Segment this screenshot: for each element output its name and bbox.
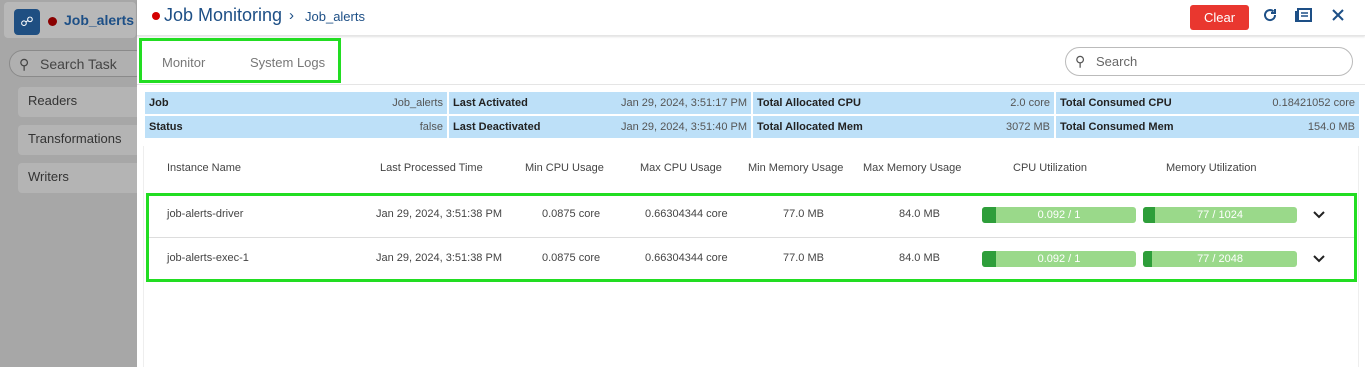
chevron-right-icon: › bbox=[289, 7, 294, 24]
row-1-min-mem: 77.0 MB bbox=[783, 208, 824, 220]
background-job-title: Job_alerts bbox=[64, 12, 135, 28]
header-memory-utilization: Memory Utilization bbox=[1166, 162, 1257, 174]
app-logo-icon: ☍ bbox=[14, 9, 40, 35]
background-app: ☍ Job_alerts ⚲ Search Task Readers Trans… bbox=[0, 0, 149, 367]
summary-total-cons-mem-label: Total Consumed Mem bbox=[1060, 121, 1174, 133]
summary-total-alloc-cpu-value: 2.0 core bbox=[1010, 97, 1050, 109]
row-1-memory-utilization-bar: 77 / 1024 bbox=[1143, 207, 1297, 223]
summary-total-alloc-cpu: Total Allocated CPU 2.0 core bbox=[753, 92, 1054, 114]
search-box: ⚲ bbox=[1065, 47, 1353, 76]
summary-total-alloc-mem-value: 3072 MB bbox=[1005, 121, 1050, 133]
status-dot-icon bbox=[48, 17, 57, 26]
row-2-instance-name: job-alerts-exec-1 bbox=[167, 252, 249, 264]
summary-last-activated-value: Jan 29, 2024, 3:51:17 PM bbox=[621, 97, 747, 109]
row-2-max-mem: 84.0 MB bbox=[899, 252, 940, 264]
search-icon: ⚲ bbox=[19, 56, 30, 72]
row-2-memory-utilization-label: 77 / 2048 bbox=[1197, 253, 1243, 265]
header-max-memory: Max Memory Usage bbox=[863, 162, 962, 174]
summary-job: Job Job_alerts bbox=[145, 92, 447, 114]
search-task-placeholder: Search Task bbox=[40, 56, 117, 72]
summary-last-activated: Last Activated Jan 29, 2024, 3:51:17 PM bbox=[449, 92, 751, 114]
row-1-instance-name: job-alerts-driver bbox=[167, 208, 244, 220]
job-monitoring-modal: Job Monitoring › Job_alerts Clear Monito… bbox=[137, 0, 1365, 367]
row-1-memory-utilization-label: 77 / 1024 bbox=[1197, 209, 1243, 221]
summary-job-label: Job bbox=[149, 97, 169, 109]
side-item-transformations[interactable]: Transformations bbox=[18, 125, 143, 155]
search-input[interactable] bbox=[1096, 52, 1336, 71]
row-2-cpu-utilization-bar: 0.092 / 1 bbox=[982, 251, 1136, 267]
list-icon[interactable] bbox=[1293, 7, 1315, 29]
row-1-cpu-utilization-bar: 0.092 / 1 bbox=[982, 207, 1136, 223]
row-1-max-mem: 84.0 MB bbox=[899, 208, 940, 220]
header-cpu-utilization: CPU Utilization bbox=[1013, 162, 1087, 174]
row-1-expand-chevron-down-icon[interactable] bbox=[1311, 206, 1327, 222]
header-last-processed-time: Last Processed Time bbox=[380, 162, 483, 174]
summary-total-cons-cpu: Total Consumed CPU 0.18421052 core bbox=[1056, 92, 1359, 114]
header-min-cpu: Min CPU Usage bbox=[525, 162, 604, 174]
row-2-min-mem: 77.0 MB bbox=[783, 252, 824, 264]
summary-total-cons-mem: Total Consumed Mem 154.0 MB bbox=[1056, 116, 1359, 138]
row-2-expand-chevron-down-icon[interactable] bbox=[1311, 250, 1327, 266]
summary-total-cons-cpu-label: Total Consumed CPU bbox=[1060, 97, 1172, 109]
summary-last-deactivated: Last Deactivated Jan 29, 2024, 3:51:40 P… bbox=[449, 116, 751, 138]
summary-last-deactivated-label: Last Deactivated bbox=[453, 121, 541, 133]
row-2-min-cpu: 0.0875 core bbox=[542, 252, 601, 264]
job-status-dot-icon bbox=[152, 12, 160, 20]
side-item-readers[interactable]: Readers bbox=[18, 87, 143, 117]
summary-total-alloc-mem: Total Allocated Mem 3072 MB bbox=[753, 116, 1054, 138]
row-2-last-processed: Jan 29, 2024, 3:51:38 PM bbox=[376, 252, 502, 264]
summary-status-label: Status bbox=[149, 121, 183, 133]
header-min-memory: Min Memory Usage bbox=[748, 162, 844, 174]
row-1-max-cpu: 0.66304344 core bbox=[645, 208, 728, 220]
search-task-input[interactable]: ⚲ Search Task bbox=[9, 50, 149, 77]
clear-button[interactable]: Clear bbox=[1190, 5, 1249, 30]
row-1-min-cpu: 0.0875 core bbox=[542, 208, 601, 220]
row-2-memory-utilization-bar: 77 / 2048 bbox=[1143, 251, 1297, 267]
job-summary: Job Job_alerts Last Activated Jan 29, 20… bbox=[145, 92, 1359, 138]
row-2-cpu-utilization-label: 0.092 / 1 bbox=[1037, 253, 1081, 265]
summary-status-value: false bbox=[419, 121, 443, 133]
row-2-max-cpu: 0.66304344 core bbox=[645, 252, 728, 264]
side-item-writers[interactable]: Writers bbox=[18, 163, 143, 193]
summary-total-alloc-mem-label: Total Allocated Mem bbox=[757, 121, 863, 133]
tab-monitor[interactable]: Monitor bbox=[162, 55, 205, 70]
summary-last-activated-label: Last Activated bbox=[453, 97, 528, 109]
modal-title: Job Monitoring bbox=[164, 5, 283, 25]
search-icon: ⚲ bbox=[1075, 53, 1086, 69]
breadcrumb-job[interactable]: Job_alerts bbox=[305, 9, 365, 24]
summary-total-alloc-cpu-label: Total Allocated CPU bbox=[757, 97, 861, 109]
summary-status: Status false bbox=[145, 116, 447, 138]
row-divider bbox=[149, 237, 1354, 238]
tabs-container: Monitor System Logs bbox=[139, 38, 341, 83]
summary-job-value: Job_alerts bbox=[392, 97, 443, 109]
header-max-cpu: Max CPU Usage bbox=[640, 162, 722, 174]
refresh-icon[interactable] bbox=[1259, 7, 1281, 29]
summary-total-cons-cpu-value: 0.18421052 core bbox=[1272, 97, 1355, 109]
summary-total-cons-mem-value: 154.0 MB bbox=[1307, 121, 1355, 133]
summary-last-deactivated-value: Jan 29, 2024, 3:51:40 PM bbox=[621, 121, 747, 133]
modal-header: Job Monitoring › Job_alerts Clear bbox=[137, 0, 1365, 36]
close-icon[interactable] bbox=[1327, 7, 1349, 29]
row-1-last-processed: Jan 29, 2024, 3:51:38 PM bbox=[376, 208, 502, 220]
header-instance-name: Instance Name bbox=[167, 162, 241, 174]
row-1-cpu-utilization-label: 0.092 / 1 bbox=[1037, 209, 1081, 221]
tab-system-logs[interactable]: System Logs bbox=[250, 55, 325, 70]
divider bbox=[137, 84, 1365, 85]
